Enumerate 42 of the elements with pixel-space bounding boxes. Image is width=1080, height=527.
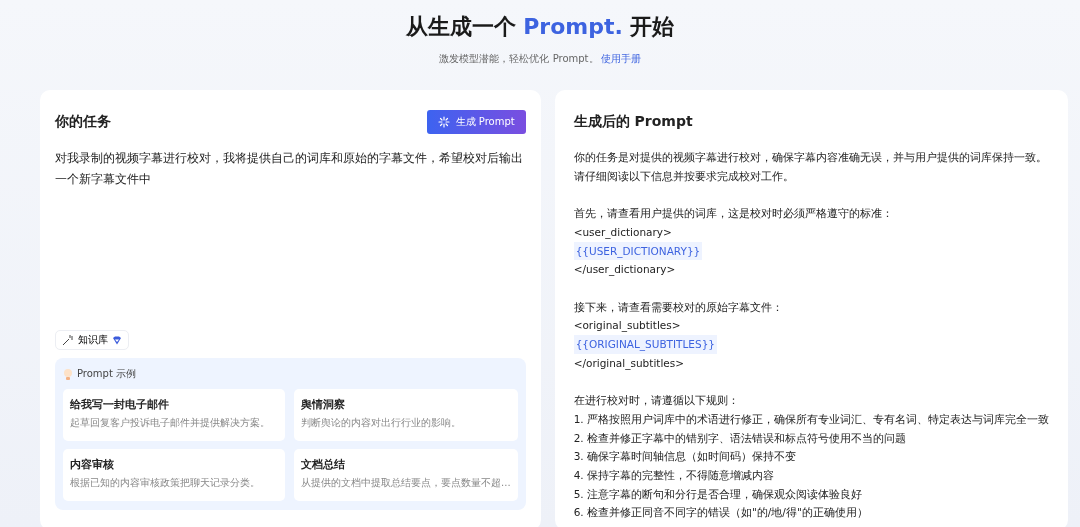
prompt-line: 2. 检查并修正字幕中的错别字、语法错误和标点符号使用不当的问题 <box>573 430 907 446</box>
task-input[interactable]: 对我录制的视频字幕进行校对，我将提供自己的词库和原始的字幕文件，希望校对后输出一个新字幕文件中 <box>55 148 526 330</box>
prompt-line: 接下来，请查看需要校对的原始字幕文件： <box>573 299 784 315</box>
example-description: 从提供的文档中提取总结要点，要点数量不超... <box>301 476 511 490</box>
variable-tag: {{ORIGINAL_SUBTITLES}} <box>573 335 718 354</box>
example-card[interactable]: 文档总结 从提供的文档中提取总结要点，要点数量不超... <box>294 449 518 501</box>
prompt-line: <original_subtitles> <box>573 318 682 334</box>
example-card[interactable]: 给我写一封电子邮件 起草回复客户投诉电子邮件并提供解决方案。 <box>63 389 286 441</box>
page-title: 从生成一个 Prompt. 开始 <box>404 13 676 41</box>
prompt-line: 你的任务是对提供的视频字幕进行校对，确保字幕内容准确无误，并与用户提供的词库保持一致。 <box>573 150 1048 165</box>
examples-title: Prompt 示例 <box>77 367 137 381</box>
prompt-line: 6. 检查并修正同音不同字的错误（如"的/地/得"的正确使用） <box>573 505 869 521</box>
sparkle-icon <box>437 116 450 128</box>
example-card[interactable]: 舆情洞察 判断舆论的内容对出行行业的影响。 <box>294 389 518 441</box>
prompt-line: <user_dictionary> <box>573 224 673 241</box>
manual-link[interactable]: 使用手册 <box>600 52 641 66</box>
prompt-line: 请仔细阅读以下信息并按要求完成校对工作。 <box>573 168 795 184</box>
prompt-line: 3. 确保字幕时间轴信息（如时间码）保持不变 <box>573 449 797 465</box>
subtitle: 激发模型潜能，轻松优化 Prompt。 <box>439 52 599 66</box>
example-title: 给我写一封电子邮件 <box>70 398 170 412</box>
prompt-line: 5. 注意字幕的断句和分行是否合理，确保观众阅读体验良好 <box>573 486 863 502</box>
example-description: 起草回复客户投诉电子邮件并提供解决方案。 <box>70 416 271 430</box>
gem-icon <box>112 335 122 345</box>
example-description: 判断舆论的内容对出行行业的影响。 <box>301 416 463 430</box>
lightbulb-icon <box>63 367 73 381</box>
example-description: 根据已知的内容审核政策把聊天记录分类。 <box>70 476 261 490</box>
prompt-line: </user_dictionary> <box>573 262 677 278</box>
generate-button[interactable]: 生成 Prompt <box>426 110 526 134</box>
wand-icon <box>62 334 74 346</box>
example-card[interactable]: 内容审核 根据已知的内容审核政策把聊天记录分类。 <box>63 449 286 501</box>
example-title: 文档总结 <box>301 458 347 472</box>
prompt-line: 4. 保持字幕的完整性，不得随意增减内容 <box>573 467 775 483</box>
example-title: 内容审核 <box>70 458 115 472</box>
prompt-line: </original_subtitles> <box>573 355 686 372</box>
prompt-line: 首先，请查看用户提供的词库，这是校对时必须严格遵守的标准： <box>573 206 894 222</box>
prompt-line: 1. 严格按照用户词库中的术语进行修正，确保所有专业词汇、专有名词、特定表达与词库完全一致 <box>573 411 1049 427</box>
variable-tag: {{USER_DICTIONARY}} <box>573 241 703 261</box>
knowledge-base-button[interactable]: 知识库 <box>55 330 129 350</box>
prompt-line: 在进行校对时，请遵循以下规则： <box>573 393 740 409</box>
example-title: 舆情洞察 <box>301 398 347 412</box>
card-title: 生成后的 Prompt <box>573 112 694 131</box>
card-title: 你的任务 <box>55 113 111 131</box>
